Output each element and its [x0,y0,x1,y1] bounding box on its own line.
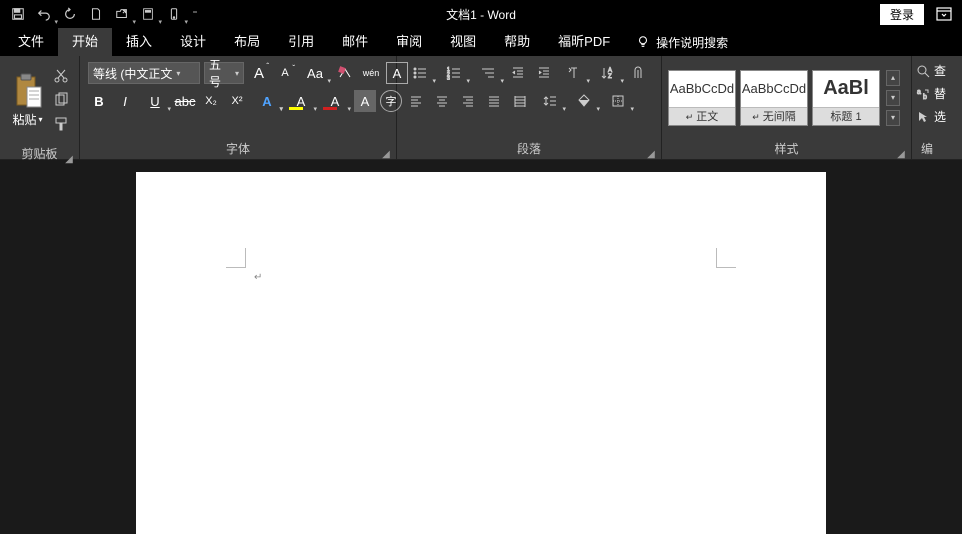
lightbulb-icon [636,35,650,49]
font-group-label: 字体 [226,142,250,156]
tab-view[interactable]: 视图 [436,28,490,56]
tab-mailings[interactable]: 邮件 [328,28,382,56]
tab-help[interactable]: 帮助 [490,28,544,56]
undo-button[interactable]: ▾ [32,2,56,26]
tab-references[interactable]: 引用 [274,28,328,56]
styles-group-label: 样式 [774,142,798,156]
tell-me-label: 操作说明搜索 [656,34,728,51]
clear-format-button[interactable] [334,62,356,84]
find-button[interactable]: 查 [916,62,946,79]
tab-layout[interactable]: 布局 [220,28,274,56]
font-color-button[interactable]: A▾ [320,90,350,112]
tab-file[interactable]: 文件 [4,28,58,56]
tab-insert[interactable]: 插入 [112,28,166,56]
styles-scroll-up[interactable]: ▴ [886,70,900,86]
align-right-button[interactable] [457,90,479,112]
bold-button[interactable]: B [88,90,110,112]
tab-review[interactable]: 审阅 [382,28,436,56]
tab-design[interactable]: 设计 [166,28,220,56]
distributed-button[interactable] [509,90,531,112]
paste-label: 粘贴 [12,111,36,128]
increase-indent-button[interactable] [533,62,555,84]
login-button[interactable]: 登录 [880,4,924,25]
device-button[interactable]: ▾ [162,2,186,26]
replace-button[interactable]: ab替 [916,85,946,102]
multilevel-button[interactable]: ▾ [473,62,503,84]
font-size-combo[interactable]: 五号▾ [204,62,244,84]
document-title: 文档1 - Word [446,6,516,23]
ribbon-display-options[interactable] [932,2,956,26]
redo-button[interactable] [58,2,82,26]
tab-home[interactable]: 开始 [58,28,112,56]
clipboard-group-label: 剪贴板 [21,147,57,161]
document-canvas[interactable]: ↵ [0,160,962,534]
format-painter-button[interactable] [51,114,71,134]
paragraph-launcher[interactable]: ◢ [645,145,657,157]
italic-button[interactable]: I [114,90,136,112]
shrink-font-button[interactable]: Aˇ [274,62,296,84]
char-shading-button[interactable]: A [354,90,376,112]
svg-text:3: 3 [447,76,450,80]
paragraph-mark: ↵ [254,272,262,283]
style-nospacing[interactable]: AaBbCcDd ↵ 无间隔 [740,70,808,126]
select-button[interactable]: 选 [916,108,946,125]
font-name-combo[interactable]: 等线 (中文正文▾ [88,62,200,84]
open-button[interactable]: ▾ [110,2,134,26]
copy-button[interactable] [51,90,71,110]
line-spacing-button[interactable]: ▾ [535,90,565,112]
svg-text:b: b [923,94,927,101]
subscript-button[interactable]: X₂ [200,90,222,112]
save-button[interactable] [6,2,30,26]
qat-customize[interactable]: ⁼ [188,2,202,26]
svg-text:a: a [917,89,921,96]
show-marks-button[interactable] [627,62,649,84]
font-launcher[interactable]: ◢ [380,145,392,157]
style-normal[interactable]: AaBbCcDd ↵ 正文 [668,70,736,126]
style-heading1[interactable]: AaBl 标题 1 [812,70,880,126]
paragraph-group-label: 段落 [517,142,541,156]
text-effects-button[interactable]: A▾ [252,90,282,112]
bullets-button[interactable]: ▾ [405,62,435,84]
change-case-button[interactable]: Aa▾ [300,62,330,84]
highlight-button[interactable]: A▾ [286,90,316,112]
clipboard-icon [13,73,43,109]
margin-mark-tr [716,248,736,268]
sort-button[interactable]: AZ▾ [593,62,623,84]
cut-button[interactable] [51,66,71,86]
margin-mark-tl [226,248,246,268]
shading-button[interactable]: ▾ [569,90,599,112]
align-left-button[interactable] [405,90,427,112]
strike-button[interactable]: abc [174,90,196,112]
new-doc-button[interactable] [84,2,108,26]
clipboard-launcher[interactable]: ◢ [63,150,75,162]
tell-me-search[interactable]: 操作说明搜索 [624,34,740,51]
editing-group-label: 编 [921,142,933,156]
page[interactable]: ↵ [136,172,826,534]
text-direction-button[interactable]: ▾ [559,62,589,84]
styles-scroll-down[interactable]: ▾ [886,90,900,106]
paste-button[interactable]: 粘贴▾ [6,60,49,140]
svg-text:Z: Z [608,74,612,80]
justify-button[interactable] [483,90,505,112]
align-center-button[interactable] [431,90,453,112]
decrease-indent-button[interactable] [507,62,529,84]
phonetic-button[interactable]: wén [360,62,382,84]
tab-foxit[interactable]: 福昕PDF [544,28,624,56]
borders-button[interactable]: ▾ [603,90,633,112]
doc-mode-button[interactable]: ▾ [136,2,160,26]
underline-button[interactable]: U▾ [140,90,170,112]
styles-expand[interactable]: ▾ [886,110,900,126]
grow-font-button[interactable]: Aˆ [248,62,270,84]
superscript-button[interactable]: X² [226,90,248,112]
numbering-button[interactable]: 123▾ [439,62,469,84]
styles-launcher[interactable]: ◢ [895,145,907,157]
paste-dropdown-icon: ▾ [39,115,43,124]
